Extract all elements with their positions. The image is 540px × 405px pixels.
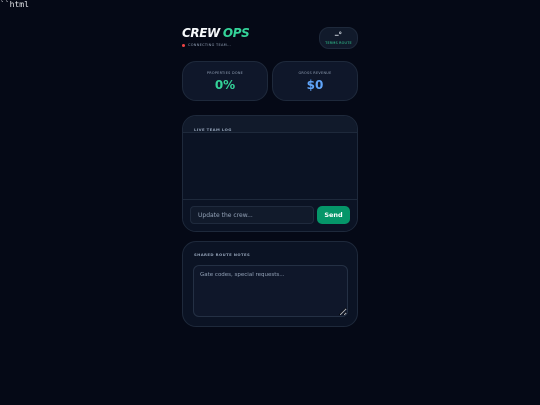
log-header: LIVE TEAM LOG <box>183 116 357 133</box>
live-team-log-card: LIVE TEAM LOG Send <box>182 115 358 232</box>
route-notes-textarea[interactable] <box>193 265 348 317</box>
properties-done-value: 0% <box>214 78 236 92</box>
route-icon: ⎯° <box>335 31 342 39</box>
properties-done-card: PROPERTIES DONE 0% <box>182 61 268 101</box>
shared-route-notes-card: SHARED ROUTE NOTES <box>182 241 358 327</box>
crew-ops-app: CREW OPS CONNECTING TEAM... ⎯° TERMS ROUT… <box>182 24 358 327</box>
route-button-label: TERMS ROUTE <box>325 41 352 45</box>
stats-row: PROPERTIES DONE 0% GROSS REVENUE $0 <box>182 61 358 101</box>
status-dot-icon <box>182 43 185 47</box>
log-title: LIVE TEAM LOG <box>194 127 232 132</box>
crew-update-input[interactable] <box>190 206 314 224</box>
log-composer: Send <box>183 199 357 231</box>
log-feed[interactable] <box>183 133 357 200</box>
app-logo: CREW OPS <box>182 26 250 40</box>
gross-revenue-value: $0 <box>306 78 324 92</box>
app-header: CREW OPS CONNECTING TEAM... ⎯° TERMS ROUT… <box>182 24 358 54</box>
notes-title: SHARED ROUTE NOTES <box>194 252 251 257</box>
stray-code-fence-text: ``html <box>0 0 29 9</box>
logo-ops: OPS <box>222 26 250 40</box>
gross-revenue-label: GROSS REVENUE <box>298 71 332 75</box>
gross-revenue-card: GROSS REVENUE $0 <box>272 61 358 101</box>
status-text: CONNECTING TEAM... <box>188 43 232 47</box>
connection-status: CONNECTING TEAM... <box>182 43 231 47</box>
logo-crew: CREW <box>182 26 220 40</box>
send-button[interactable]: Send <box>317 206 350 224</box>
terms-route-button[interactable]: ⎯° TERMS ROUTE <box>319 27 358 49</box>
properties-done-label: PROPERTIES DONE <box>206 71 244 75</box>
